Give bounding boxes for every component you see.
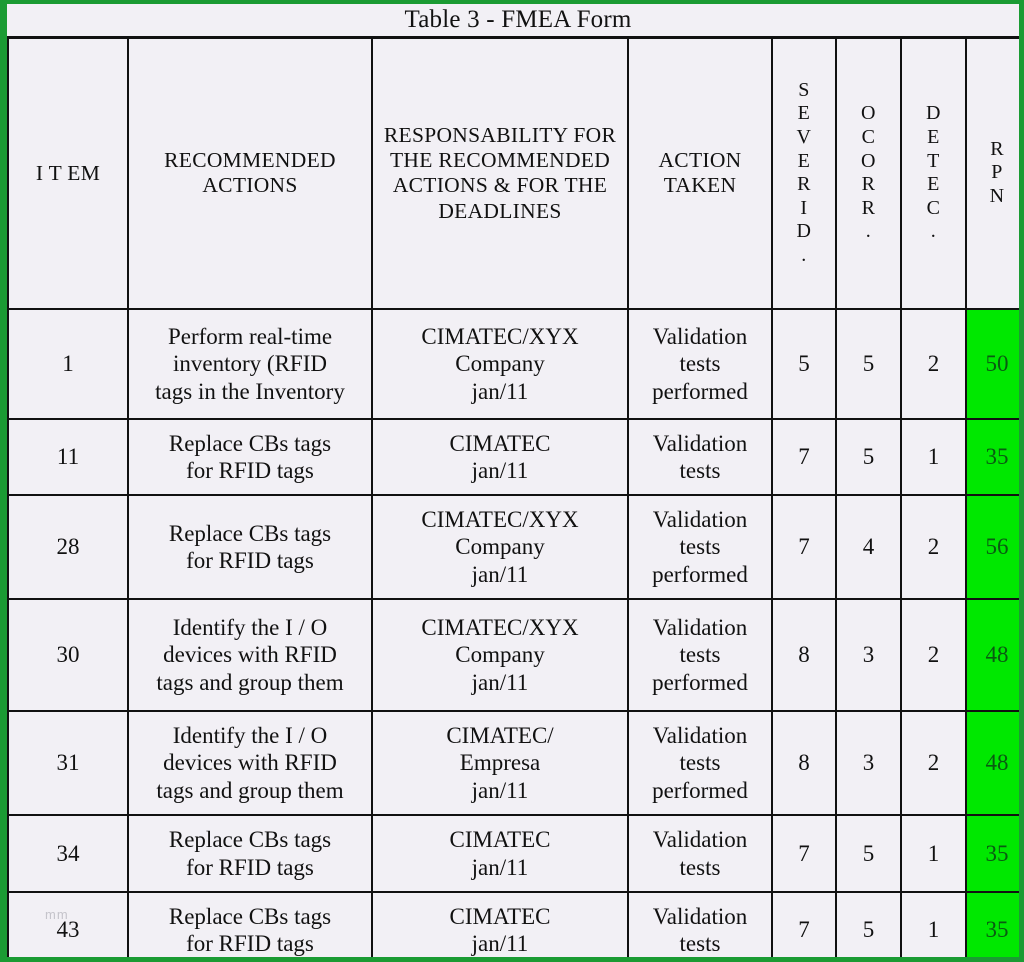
cell-rpn: 48 [964, 710, 1019, 816]
header-lines-action-taken: ACTION TAKEN [658, 147, 742, 198]
cell-action-taken: Validation tests [627, 814, 773, 893]
cell-action-taken: Validation tests performed [627, 308, 773, 420]
cell-responsability: CIMATEC/XYX Company jan/11 [371, 494, 629, 600]
cell-detection: 2 [900, 494, 967, 600]
cell-item: 43 [7, 891, 129, 957]
cell-severity: 7 [771, 494, 837, 600]
cell-detection: 2 [900, 710, 967, 816]
cell-recommended-actions: Replace CBs tags for RFID tags [127, 891, 373, 957]
table-row: 31 Identify the I / O devices with RFID … [7, 710, 1019, 816]
cell-severity: 7 [771, 891, 837, 957]
column-header-recommended-actions: RECOMMENDED ACTIONS [127, 36, 373, 310]
table-header-row: I T EM RECOMMENDED ACTIONS RESPONSABILIT… [7, 36, 1019, 310]
cell-recommended-actions: Replace CBs tags for RFID tags [127, 814, 373, 893]
header-letters-occurrence: O C O R R . [861, 102, 876, 243]
cell-responsability: CIMATEC/ Empresa jan/11 [371, 710, 629, 816]
table-row: 1 Perform real-time inventory (RFID tags… [7, 308, 1019, 420]
cell-responsability: CIMATEC jan/11 [371, 814, 629, 893]
table-row: 34 Replace CBs tags for RFID tags CIMATE… [7, 814, 1019, 893]
cell-recommended-actions: Replace CBs tags for RFID tags [127, 494, 373, 600]
table-row: 30 Identify the I / O devices with RFID … [7, 598, 1019, 712]
cell-occurrence: 5 [835, 891, 902, 957]
cell-detection: 1 [900, 814, 967, 893]
cell-action-taken: Validation tests [627, 891, 773, 957]
cell-responsability: CIMATEC/XYX Company jan/11 [371, 308, 629, 420]
cell-rpn: 50 [964, 308, 1019, 420]
column-header-action-taken: ACTION TAKEN [627, 36, 773, 310]
cell-severity: 8 [771, 598, 837, 712]
cell-action-taken: Validation tests performed [627, 598, 773, 712]
table-row: 28 Replace CBs tags for RFID tags CIMATE… [7, 494, 1019, 600]
column-header-responsability: RESPONSABILITY FOR THE RECOMMENDED ACTIO… [371, 36, 629, 310]
cell-item: 30 [7, 598, 129, 712]
column-header-item: I T EM [7, 36, 129, 310]
cell-severity: 5 [771, 308, 837, 420]
cell-item: 28 [7, 494, 129, 600]
cell-detection: 1 [900, 891, 967, 957]
cell-recommended-actions: Identify the I / O devices with RFID tag… [127, 598, 373, 712]
cell-rpn: 35 [964, 891, 1019, 957]
cell-action-taken: Validation tests performed [627, 494, 773, 600]
cell-detection: 2 [900, 308, 967, 420]
cell-item: 34 [7, 814, 129, 893]
cell-occurrence: 5 [835, 418, 902, 496]
column-header-detection: D E T E C . [900, 36, 967, 310]
column-header-occurrence: O C O R R . [835, 36, 902, 310]
header-letters-severity: S E V E R I D . [796, 78, 812, 267]
cell-item: 31 [7, 710, 129, 816]
cell-severity: 7 [771, 418, 837, 496]
cell-rpn: 35 [964, 418, 1019, 496]
page-title: Table 3 - FMEA Form [8, 4, 1019, 39]
cell-item: 11 [7, 418, 129, 496]
table-row: 43 Replace CBs tags for RFID tags CIMATE… [7, 891, 1019, 957]
cell-responsability: CIMATEC jan/11 [371, 891, 629, 957]
cell-recommended-actions: Perform real-time inventory (RFID tags i… [127, 308, 373, 420]
cell-severity: 7 [771, 814, 837, 893]
column-header-rpn: R P N [964, 36, 1019, 310]
fmea-table-page: Table 3 - FMEA Form I T EM RECOMMENDED A… [0, 0, 1024, 962]
cell-rpn: 35 [964, 814, 1019, 893]
cell-recommended-actions: Identify the I / O devices with RFID tag… [127, 710, 373, 816]
cell-occurrence: 5 [835, 814, 902, 893]
cell-rpn: 56 [964, 494, 1019, 600]
cell-detection: 1 [900, 418, 967, 496]
cell-action-taken: Validation tests performed [627, 710, 773, 816]
table-row: 11 Replace CBs tags for RFID tags CIMATE… [7, 418, 1019, 496]
cell-action-taken: Validation tests [627, 418, 773, 496]
cell-occurrence: 5 [835, 308, 902, 420]
cell-severity: 8 [771, 710, 837, 816]
cell-detection: 2 [900, 598, 967, 712]
table-title-row: Table 3 - FMEA Form [8, 4, 1019, 39]
cell-occurrence: 3 [835, 598, 902, 712]
cell-responsability: CIMATEC jan/11 [371, 418, 629, 496]
header-lines-recommended-actions: RECOMMENDED ACTIONS [164, 147, 336, 198]
fmea-table: Table 3 - FMEA Form I T EM RECOMMENDED A… [7, 4, 1019, 957]
header-letters-detection: D E T E C . [926, 102, 941, 243]
cell-occurrence: 3 [835, 710, 902, 816]
column-header-severity: S E V E R I D . [771, 36, 837, 310]
cell-recommended-actions: Replace CBs tags for RFID tags [127, 418, 373, 496]
cell-item: 1 [7, 308, 129, 420]
header-lines-responsability: RESPONSABILITY FOR THE RECOMMENDED ACTIO… [383, 122, 617, 223]
cell-responsability: CIMATEC/XYX Company jan/11 [371, 598, 629, 712]
header-letters-rpn: R P N [989, 137, 1005, 208]
cell-occurrence: 4 [835, 494, 902, 600]
cell-rpn: 48 [964, 598, 1019, 712]
